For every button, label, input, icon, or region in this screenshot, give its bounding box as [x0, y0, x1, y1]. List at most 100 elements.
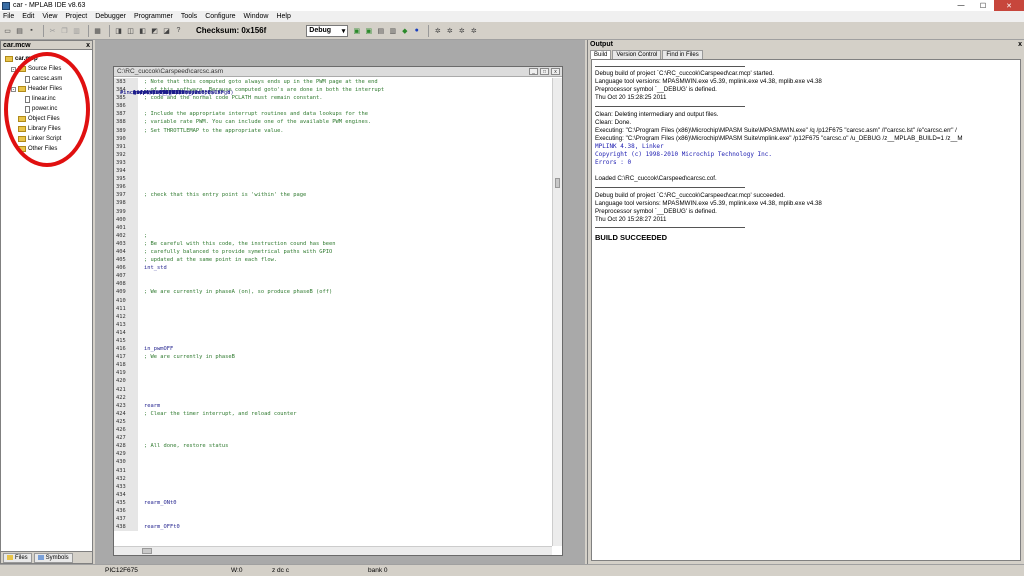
folder-icon	[18, 146, 26, 152]
menu-configure[interactable]: Configure	[205, 13, 235, 20]
code-editor[interactable]: 383 ; Note that this computed goto always…	[114, 78, 552, 546]
project-icon	[5, 56, 13, 62]
menu-file[interactable]: File	[3, 13, 14, 20]
close-icon[interactable]: x	[86, 42, 90, 49]
window-title: car - MPLAB IDE v8.63	[13, 2, 86, 9]
tree-node-library-files[interactable]: Library Files	[5, 124, 92, 134]
output-panel-header: Output x	[588, 40, 1024, 49]
vertical-scrollbar[interactable]	[552, 78, 562, 546]
output-blank-line	[595, 167, 1017, 175]
menu-tools[interactable]: Tools	[181, 13, 197, 20]
settings-icon[interactable]: ✲	[445, 26, 454, 35]
close-window-button[interactable]: ✕	[994, 0, 1024, 11]
editor-minimize-button[interactable]: _	[529, 68, 538, 75]
output-line: Thu Oct 20 15:28:25 2011	[595, 94, 667, 102]
build-output-log[interactable]: Debug build of project `C:\RC_cuccok\Car…	[591, 59, 1021, 561]
make-icon[interactable]: ◪	[162, 26, 171, 35]
symbols-icon	[37, 555, 44, 560]
new-file-icon[interactable]: ▭	[3, 26, 12, 35]
paste-icon[interactable]: ▥	[72, 26, 81, 35]
tree-node-other-files[interactable]: Other Files	[5, 144, 92, 154]
minimize-button[interactable]: —	[950, 0, 972, 11]
find-icon[interactable]: ◫	[126, 26, 135, 35]
menu-programmer[interactable]: Programmer	[134, 13, 173, 20]
project-icon[interactable]: ◨	[114, 26, 123, 35]
scroll-thumb[interactable]	[555, 178, 560, 188]
menu-edit[interactable]: Edit	[22, 13, 34, 20]
open-file-icon[interactable]: ▤	[15, 26, 24, 35]
output-line: Preprocessor symbol `__DEBUG' is defined…	[595, 207, 717, 215]
menu-help[interactable]: Help	[276, 13, 290, 20]
build-config-value: Debug	[309, 27, 332, 34]
options-icon[interactable]: ✲	[457, 26, 466, 35]
copy-icon[interactable]: ❐	[60, 26, 69, 35]
output-line: MPLINK 4.38, Linker	[595, 142, 664, 150]
save-workspace-icon[interactable]: ▤	[376, 26, 385, 35]
separator-line	[595, 65, 745, 67]
tree-node-label: carcsc.asm	[32, 76, 63, 82]
status-wreg: W:0	[231, 567, 243, 574]
open-workspace-icon[interactable]: ▥	[388, 26, 397, 35]
tree-node-object-files[interactable]: Object Files	[5, 114, 92, 124]
tree-node-header-files[interactable]: - Header Files	[5, 84, 92, 94]
tree-node-label: Other Files	[28, 146, 58, 152]
editor-close-button[interactable]: x	[551, 68, 560, 75]
horizontal-scrollbar[interactable]	[114, 546, 552, 555]
output-title: Output	[590, 41, 613, 48]
config-icon[interactable]: ✲	[469, 26, 478, 35]
output-line: Executing: "C:\Program Files (x86)\Micro…	[595, 126, 957, 134]
tree-node-linear-inc[interactable]: linear.inc	[5, 94, 92, 104]
editor-maximize-button[interactable]: □	[540, 68, 549, 75]
separator-line	[595, 227, 745, 229]
build-icon[interactable]: ◩	[150, 26, 159, 35]
print-icon[interactable]: ▦	[93, 26, 102, 35]
toolbar-separator	[428, 24, 430, 37]
tab-symbols[interactable]: Symbols	[33, 552, 73, 563]
tree-node-source-files[interactable]: - Source Files	[5, 64, 92, 74]
make-project-icon[interactable]: ▣	[352, 26, 361, 35]
info-icon[interactable]: ●	[412, 26, 421, 35]
collapse-icon[interactable]: -	[11, 66, 16, 72]
collapse-icon[interactable]: -	[11, 86, 16, 92]
close-icon[interactable]: x	[1018, 41, 1022, 48]
maximize-button[interactable]: ☐	[972, 0, 994, 11]
build-all-icon[interactable]: ▣	[364, 26, 373, 35]
scroll-thumb[interactable]	[142, 548, 152, 554]
build-config-select[interactable]: Debug ▾	[306, 24, 349, 37]
menu-window[interactable]: Window	[244, 13, 269, 20]
project-wizard-icon[interactable]: ◆	[400, 26, 409, 35]
folder-icon	[18, 126, 26, 132]
chevron-down-icon: ▾	[341, 27, 346, 35]
menu-project[interactable]: Project	[65, 13, 87, 20]
cut-icon[interactable]: ✂	[48, 26, 57, 35]
output-separator	[595, 183, 1017, 191]
build-result: BUILD SUCCEEDED	[595, 232, 668, 242]
save-icon[interactable]: ▪	[27, 26, 36, 35]
output-separator	[595, 102, 1017, 110]
menu-view[interactable]: View	[42, 13, 57, 20]
help-icon[interactable]: ?	[174, 26, 183, 35]
tab-files[interactable]: Files	[3, 552, 32, 563]
tab-version-control[interactable]: Version Control	[612, 50, 662, 59]
output-line: Debug build of project `C:\RC_cuccok\Car…	[595, 191, 785, 199]
output-line: Clean: Deleting intermediary and output …	[595, 110, 719, 118]
tree-node-power-inc[interactable]: power.inc	[5, 104, 92, 114]
tab-symbols-label: Symbols	[45, 554, 69, 561]
bookmark-icon[interactable]: ◧	[138, 26, 147, 35]
tree-node-linker-script[interactable]: Linker Script	[5, 134, 92, 144]
editor-window: C:\RC_cuccok\Carspeed\carcsc.asm _ □ x 3…	[113, 66, 563, 556]
tab-find-in-files[interactable]: Find in Files	[662, 50, 703, 59]
output-line: Thu Oct 20 15:28:27 2011	[595, 215, 667, 223]
tree-root[interactable]: car.mcp	[5, 54, 92, 64]
gear-icon[interactable]: ✲	[433, 26, 442, 35]
toolbar: ▭ ▤ ▪ ✂ ❐ ▥ ▦ ◨ ◫ ◧ ◩ ◪ ? Checksum: 0x15…	[0, 22, 1024, 40]
tab-build[interactable]: Build	[590, 50, 612, 59]
file-icon	[25, 105, 30, 113]
tree-node-carcsc-asm[interactable]: carcsc.asm	[5, 74, 92, 84]
workspace-title: car.mcw	[3, 41, 31, 49]
output-line: Preprocessor symbol `__DEBUG' is defined…	[595, 86, 717, 94]
menu-debugger[interactable]: Debugger	[95, 13, 126, 20]
separator-line	[595, 106, 745, 108]
menu-bar: File Edit View Project Debugger Programm…	[0, 11, 1024, 22]
project-tree: car.mcp - Source Files carcsc.asm - Head…	[1, 50, 92, 154]
